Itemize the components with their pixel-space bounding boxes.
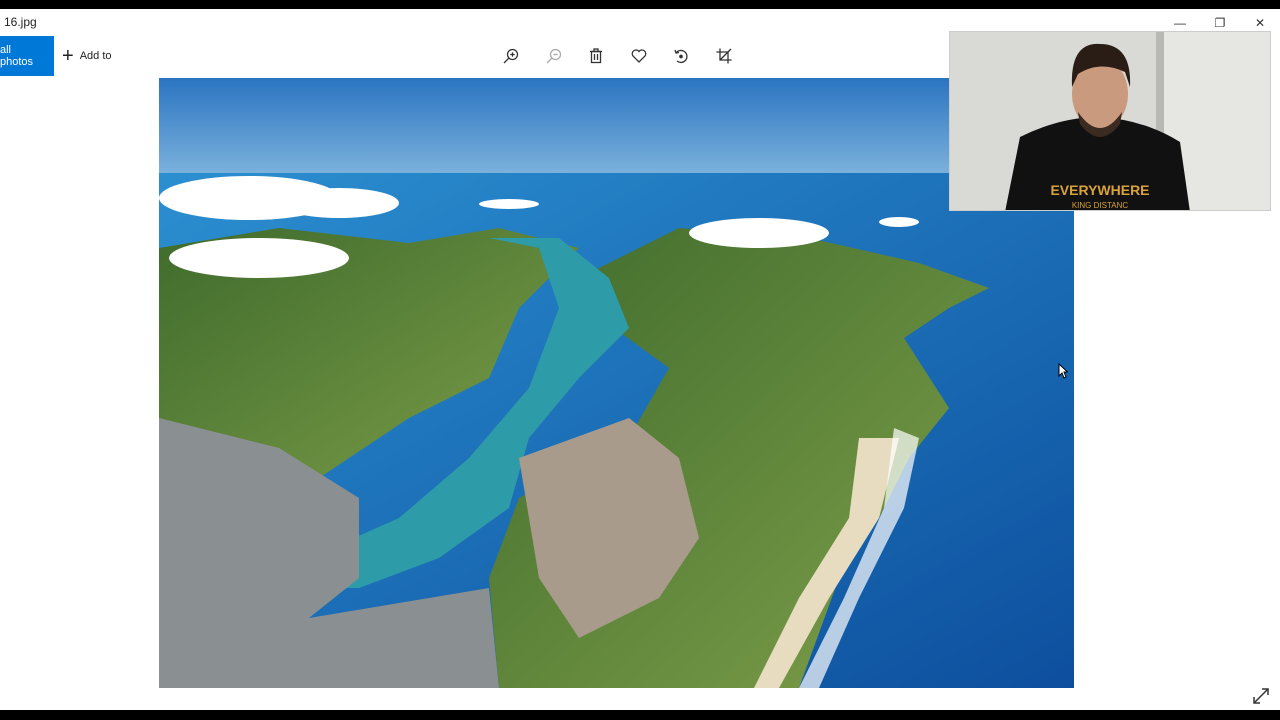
expand-icon: [1253, 688, 1269, 704]
rotate-button[interactable]: [660, 37, 703, 75]
fullscreen-button[interactable]: [1252, 687, 1270, 710]
shirt-text: EVERYWHERE: [1050, 182, 1149, 198]
zoom-in-button[interactable]: [490, 37, 533, 75]
zoom-out-icon: [546, 48, 561, 64]
rotate-icon: [674, 49, 688, 64]
add-to-label: Add to: [79, 50, 112, 62]
crop-button[interactable]: [703, 37, 746, 75]
photo-toolbar: [490, 37, 745, 75]
plus-icon: +: [62, 45, 74, 67]
delete-icon: [590, 48, 603, 64]
all-photos-button[interactable]: all photos: [0, 36, 54, 76]
heart-icon: [631, 49, 647, 63]
favorite-button[interactable]: [618, 37, 661, 75]
zoom-out-button[interactable]: [533, 37, 576, 75]
shirt-subtext: KING DISTANC: [1072, 201, 1129, 210]
window-title: 16.jpg: [4, 15, 37, 29]
crop-icon: [716, 48, 732, 64]
mouse-cursor-icon: [1058, 362, 1069, 384]
photos-app-window: 16.jpg — ❐ ✕ all photos + Add to EVERYWH…: [0, 9, 1280, 710]
all-photos-label: all photos: [0, 44, 34, 68]
add-to-button[interactable]: + Add to: [62, 36, 112, 76]
zoom-in-icon: [503, 48, 519, 64]
webcam-overlay: EVERYWHERE KING DISTANC: [949, 31, 1271, 211]
delete-button[interactable]: [575, 37, 618, 75]
photo-image[interactable]: [159, 78, 1074, 688]
